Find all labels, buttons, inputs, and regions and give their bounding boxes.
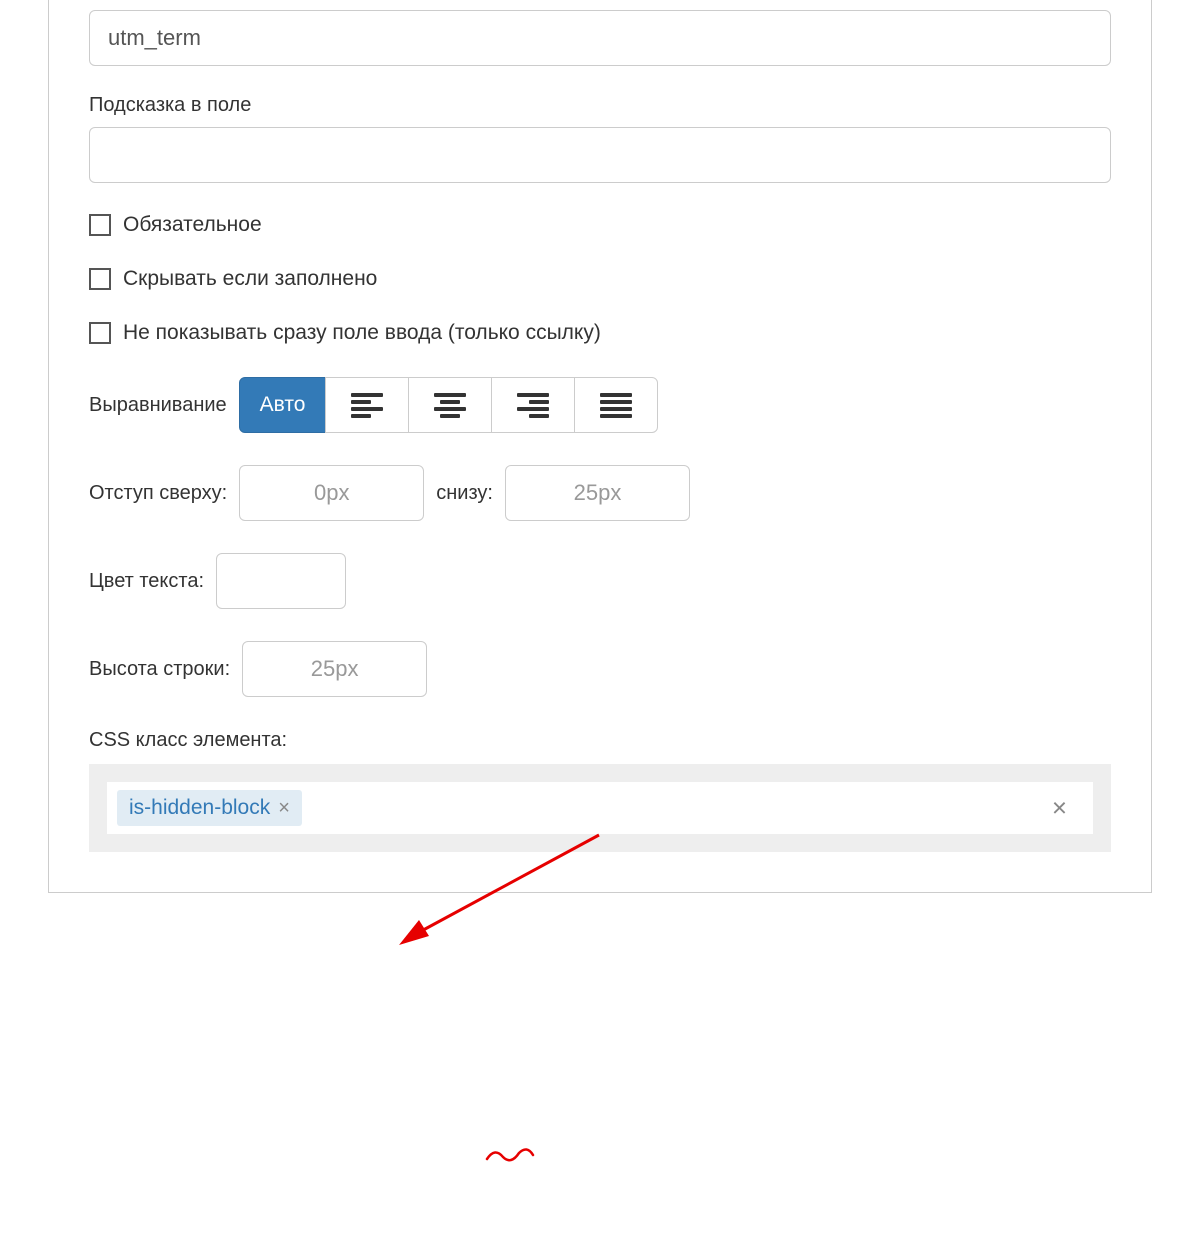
css-class-clear-icon[interactable]: ×: [1044, 789, 1075, 828]
field-name-input[interactable]: [89, 10, 1111, 66]
css-class-tag: is-hidden-block ×: [117, 790, 302, 826]
align-center-icon: [434, 393, 466, 418]
line-height-label: Высота строки:: [89, 658, 230, 681]
margin-top-input[interactable]: [239, 465, 424, 521]
css-class-text-input[interactable]: [310, 797, 1083, 820]
css-class-tag-text: is-hidden-block: [129, 796, 270, 820]
hint-label: Подсказка в поле: [89, 94, 1111, 117]
alignment-label: Выравнивание: [89, 394, 227, 417]
css-class-tag-remove-icon[interactable]: ×: [278, 798, 290, 818]
hide-input-checkbox-label[interactable]: Не показывать сразу поле ввода (только с…: [123, 321, 601, 345]
alignment-button-group: Авто: [239, 377, 659, 433]
hide-if-filled-checkbox-label[interactable]: Скрывать если заполнено: [123, 267, 377, 291]
css-class-tag-area: is-hidden-block × ×: [89, 764, 1111, 852]
hint-input[interactable]: [89, 127, 1111, 183]
margin-bottom-label: снизу:: [436, 482, 493, 505]
align-auto-button[interactable]: Авто: [239, 377, 327, 433]
align-justify-icon: [600, 393, 632, 418]
required-checkbox[interactable]: [89, 214, 111, 236]
text-color-input[interactable]: [216, 553, 346, 609]
hide-input-checkbox[interactable]: [89, 322, 111, 344]
margin-bottom-input[interactable]: [505, 465, 690, 521]
line-height-input[interactable]: [242, 641, 427, 697]
css-class-label: CSS класс элемента:: [89, 729, 1111, 752]
margin-top-label: Отступ сверху:: [89, 482, 227, 505]
align-right-icon: [517, 393, 549, 418]
text-color-label: Цвет текста:: [89, 570, 204, 593]
align-right-button[interactable]: [491, 377, 575, 433]
align-justify-button[interactable]: [574, 377, 658, 433]
settings-panel: Подсказка в поле Обязательное Скрывать е…: [48, 0, 1152, 893]
annotation-scribble-icon: [485, 1145, 535, 1167]
align-left-button[interactable]: [325, 377, 409, 433]
align-center-button[interactable]: [408, 377, 492, 433]
align-left-icon: [351, 393, 383, 418]
css-class-input-wrap[interactable]: is-hidden-block × ×: [107, 782, 1093, 834]
required-checkbox-label[interactable]: Обязательное: [123, 213, 262, 237]
hide-if-filled-checkbox[interactable]: [89, 268, 111, 290]
